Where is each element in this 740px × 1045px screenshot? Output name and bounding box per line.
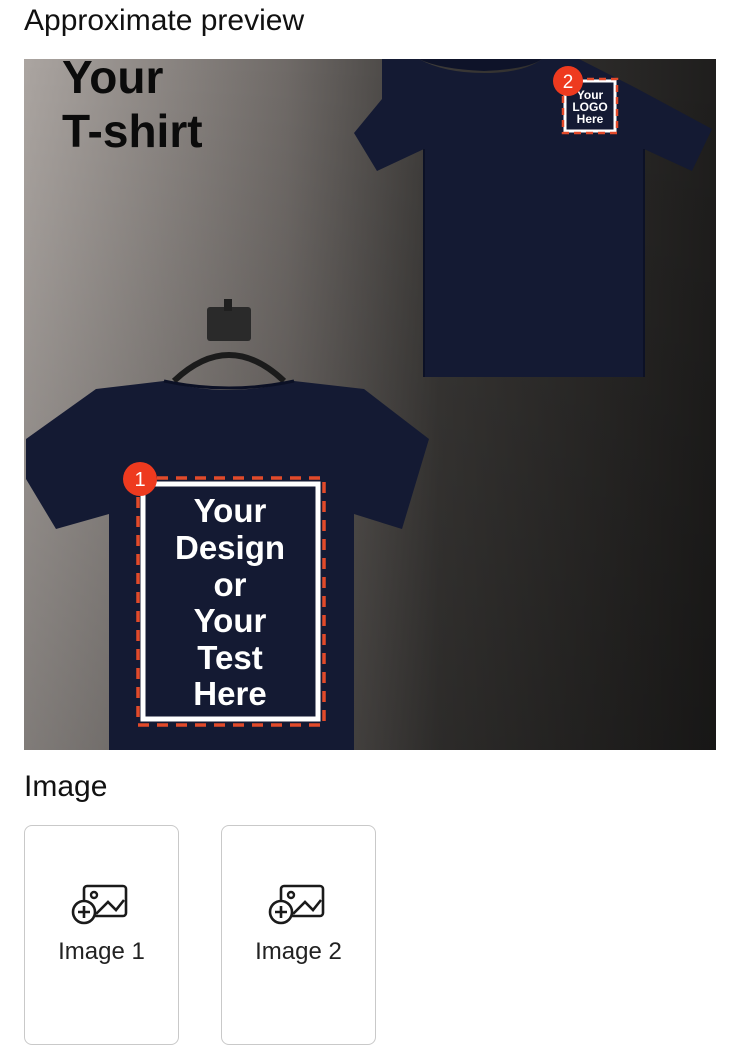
zone1-line5: Test xyxy=(197,639,262,676)
zone1-marker-label: 1 xyxy=(134,469,145,491)
add-image-icon xyxy=(71,884,128,925)
print-zone-1: Your Design or Your Test Here 1 xyxy=(123,462,326,727)
zone1-line1: Your xyxy=(194,492,267,529)
image-upload-label-2: Image 2 xyxy=(255,938,342,965)
image-section-title: Image xyxy=(24,770,108,803)
zone1-line6: Here xyxy=(193,675,266,712)
add-image-icon xyxy=(268,884,325,925)
preview-headline-line2: T-shirt xyxy=(62,105,203,157)
image-upload-slot-1[interactable]: Image 1 xyxy=(24,825,179,1045)
zone2-line3: Here xyxy=(577,112,604,126)
image-upload-slot-2[interactable]: Image 2 xyxy=(221,825,376,1045)
zone1-line3: or xyxy=(214,566,247,603)
page-title: Approximate preview xyxy=(24,4,305,37)
zone2-marker-label: 2 xyxy=(563,72,574,93)
preview-headline-line1: Your xyxy=(62,59,163,103)
zone1-line4: Your xyxy=(194,602,267,639)
zone1-line2: Design xyxy=(175,529,285,566)
image-upload-label-1: Image 1 xyxy=(58,938,145,965)
tshirt-preview: Your T-shirt Your LOGO Here 2 Your Desig… xyxy=(24,59,716,750)
